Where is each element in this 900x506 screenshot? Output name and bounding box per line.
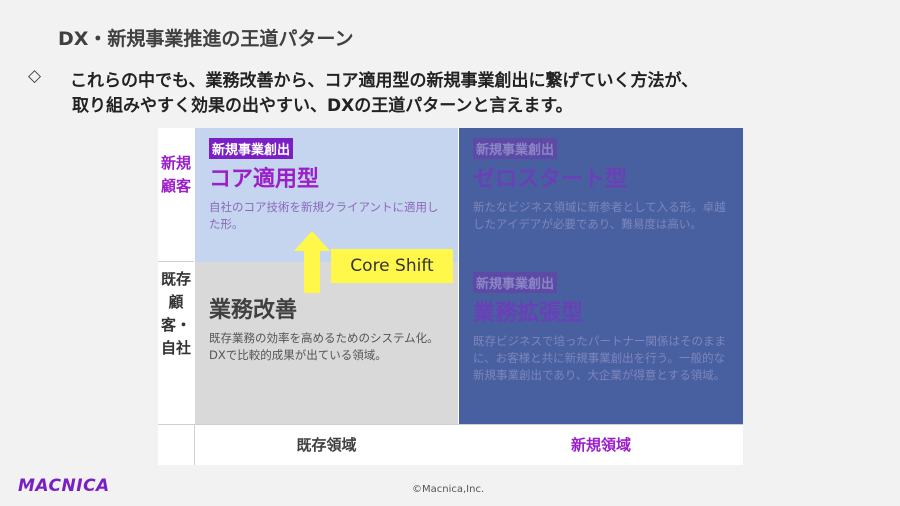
cell-description: 既存ビジネスで培ったパートナー関係はそのままに、お客様と共に新規事業創出を行う。… xyxy=(473,334,726,382)
subtitle-line-1: これらの中でも、業務改善から、コア適用型の新規事業創出に繋げていく方法が、 xyxy=(70,71,699,91)
page-title: DX・新規事業推進の王道パターン xyxy=(58,28,354,50)
row-label-new-customers: 新規顧客 xyxy=(160,154,191,195)
macnica-logo: MACNICA xyxy=(18,476,110,496)
row-label-existing-customers: 既存顧客・自社 xyxy=(160,270,191,357)
bullet-diamond-icon: ◇ xyxy=(28,66,42,86)
cell-description: 新たなビジネス領域に新参者として入る形。卓越したアイデアが必要であり、難易度は高… xyxy=(473,200,726,231)
new-business-tag: 新規事業創出 xyxy=(473,138,558,159)
row-divider xyxy=(158,261,194,262)
copyright: ©Macnica,Inc. xyxy=(412,484,485,495)
subtitle-line-2: 取り組みやすく効果の出やすい、DXの王道パターンと言えます。 xyxy=(72,96,573,116)
cell-description: 既存業務の効率を高めるためのシステム化。DXで比較的成果が出ている領域。 xyxy=(209,331,439,362)
cell-title: ゼロスタート型 xyxy=(473,167,628,192)
cell-business-expansion: 新規事業創出 業務拡張型 既存ビジネスで培ったパートナー関係はそのままに、お客様… xyxy=(459,262,743,424)
business-matrix: 新規顧客 既存顧客・自社 新規事業創出 コア適用型 自社のコア技術を新規クライア… xyxy=(158,128,743,465)
cell-description: 自社のコア技術を新規クライアントに適用した形。 xyxy=(209,200,439,231)
cell-title: コア適用型 xyxy=(209,167,320,192)
cell-title: 業務改善 xyxy=(209,298,298,323)
col-label-new-domain: 新規領域 xyxy=(570,436,631,454)
cell-zero-start: 新規事業創出 ゼロスタート型 新たなビジネス領域に新参者として入る形。卓越したア… xyxy=(459,128,743,262)
core-shift-label: Core Shift xyxy=(331,249,453,283)
col-label-existing-domain: 既存領域 xyxy=(296,436,357,454)
cell-title: 業務拡張型 xyxy=(473,301,584,326)
new-business-tag: 新規事業創出 xyxy=(473,272,558,293)
new-business-tag: 新規事業創出 xyxy=(209,138,294,159)
up-arrow-icon xyxy=(294,231,330,293)
